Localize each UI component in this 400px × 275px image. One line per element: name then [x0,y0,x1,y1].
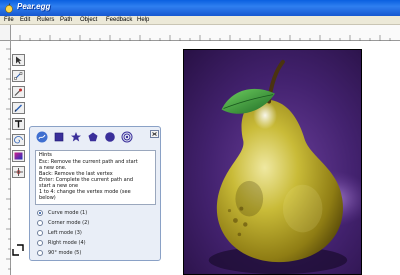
artboard-pear-illustration[interactable] [183,49,362,275]
menu-feedback[interactable]: Feedback [106,17,132,23]
menu-path[interactable]: Path [60,17,72,23]
radio-button[interactable] [37,210,43,216]
mode-option-corner[interactable]: Corner mode (2) [36,219,154,228]
ruler-vertical[interactable] [0,41,11,275]
close-panel-button[interactable] [150,130,159,138]
gradient-icon[interactable] [12,150,25,162]
menu-object[interactable]: Object [80,17,97,23]
vertex-mode-group: Curve mode (1) Corner mode (2) Left mode… [36,209,156,259]
crosshair-icon[interactable] [12,166,25,178]
hints-title: Hints [39,152,52,158]
ruler-corner [0,25,11,41]
mode-label: Left mode (3) [48,230,82,236]
node-edit-icon[interactable] [12,70,25,82]
hint-line: below) [39,195,56,201]
pear-artwork [184,50,361,274]
hints-text-box: Hints Esc: Remove the current path and s… [35,150,156,205]
menu-rulers[interactable]: Rulers [37,17,54,23]
ruler-horizontal[interactable] [11,25,400,41]
rectangle-icon[interactable] [53,131,65,143]
tool-palette [12,54,27,182]
ruler-vertical-ticks [6,48,11,270]
close-icon [152,132,157,136]
mode-option-90[interactable]: 90° mode (5) [36,249,154,258]
radio-button[interactable] [37,250,43,256]
ruler-horizontal-ticks [19,35,391,41]
menu-edit[interactable]: Edit [20,17,30,23]
eyedropper-icon[interactable] [12,86,25,98]
mode-option-left[interactable]: Left mode (3) [36,229,154,238]
radio-button[interactable] [37,220,43,226]
mode-option-right[interactable]: Right mode (4) [36,239,154,248]
window-title: Pear.egg [17,2,51,11]
path-tool-options-panel: Hints Esc: Remove the current path and s… [29,126,161,261]
mode-label: 90° mode (5) [48,250,82,256]
freehand-path-icon[interactable] [36,131,48,143]
text-icon[interactable] [12,118,25,130]
shape-tool-bar [33,128,146,146]
polygon-icon[interactable] [87,131,99,143]
mode-label: Curve mode (1) [48,210,88,216]
circle-icon[interactable] [104,131,116,143]
mode-option-curve[interactable]: Curve mode (1) [36,209,154,218]
radio-button[interactable] [37,240,43,246]
menu-help[interactable]: Help [137,17,149,23]
select-arrow-icon[interactable] [12,54,25,66]
spiral-icon[interactable] [12,134,25,146]
app-icon [4,3,14,13]
window-titlebar: Pear.egg [0,0,400,16]
page-corner-marker [11,243,25,257]
menu-file[interactable]: File [4,17,14,23]
radio-button[interactable] [37,230,43,236]
spiral-shape-icon[interactable] [121,131,133,143]
mode-label: Corner mode (2) [48,220,90,226]
menu-bar: File Edit Rulers Path Object Feedback He… [0,16,400,25]
mode-label: Right mode (4) [48,240,86,246]
star-icon[interactable] [70,131,82,143]
pen-icon[interactable] [12,102,25,114]
